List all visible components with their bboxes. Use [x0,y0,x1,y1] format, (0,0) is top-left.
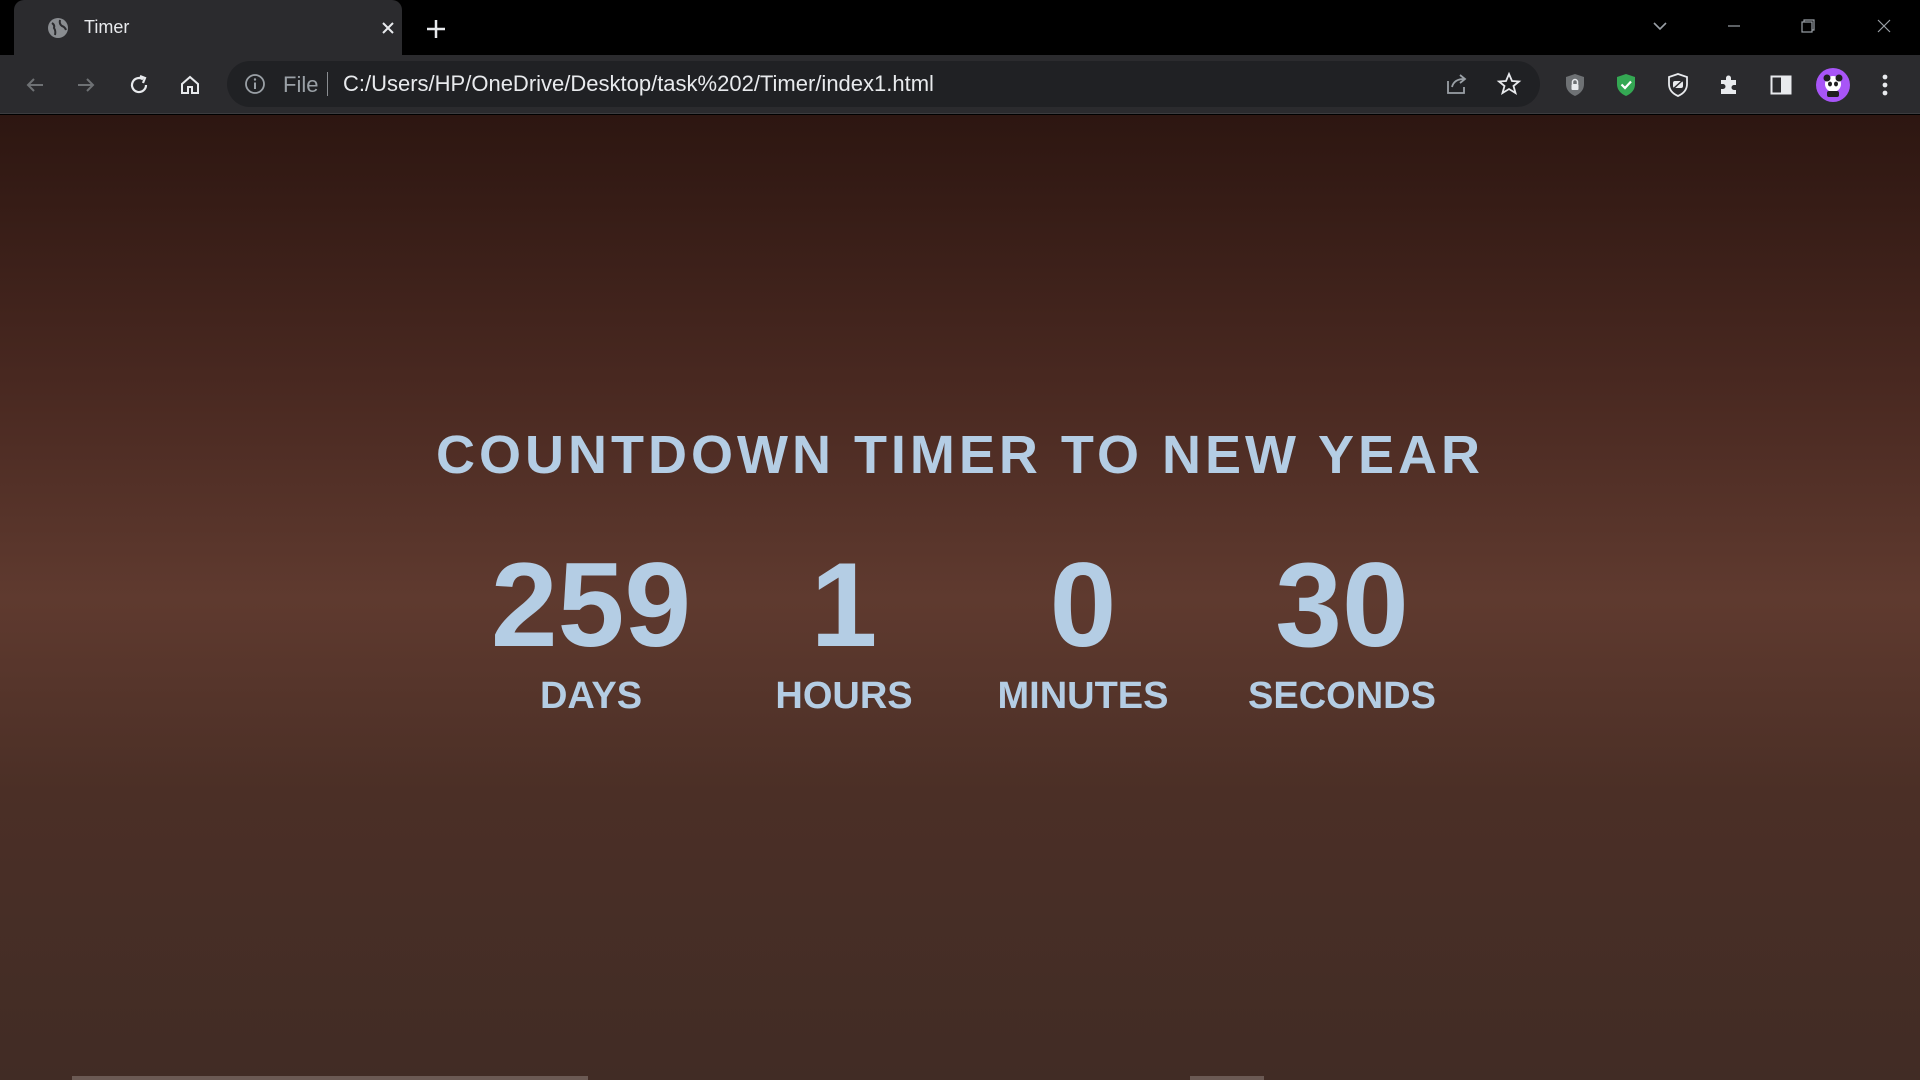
countdown-days: 259 DAYS [461,540,721,718]
star-icon[interactable] [1495,70,1523,98]
window-close-button[interactable] [1862,8,1906,44]
close-icon[interactable] [376,16,400,40]
extensions-button[interactable] [1711,67,1747,103]
url-text[interactable]: C:/Users/HP/OneDrive/Desktop/task%202/Ti… [343,72,934,96]
browser-toolbar: File C:/Users/HP/OneDrive/Desktop/task%2… [0,55,1920,114]
plus-icon [427,20,445,38]
extension-shield-lock[interactable] [1557,67,1593,103]
tab-search-button[interactable] [1638,8,1682,44]
seconds-value: 30 [1275,538,1409,672]
hours-label: HOURS [775,675,913,717]
reload-icon [130,74,148,94]
address-bar[interactable]: File C:/Users/HP/OneDrive/Desktop/task%2… [227,61,1540,107]
page-content: COUNTDOWN TIMER TO NEW YEAR 259 DAYS 1 H… [0,115,1920,1080]
home-icon [181,75,199,94]
new-tab-button[interactable] [421,14,451,44]
chevron-down-icon [1653,22,1667,31]
days-value: 259 [490,538,692,672]
days-label: DAYS [539,675,643,717]
restore-icon [1801,19,1815,33]
countdown-seconds: 30 SECONDS [1212,540,1472,718]
side-panel-button[interactable] [1763,67,1799,103]
kebab-menu-icon [1882,74,1888,96]
share-icon[interactable] [1443,70,1471,98]
minimize-icon [1728,25,1740,27]
countdown-hours: 1 HOURS [714,540,974,718]
shield-check-icon [1617,74,1635,96]
scheme-label: File [283,72,319,97]
globe-icon [46,16,70,40]
home-button[interactable] [172,67,208,103]
info-icon[interactable] [243,72,267,96]
page-title: COUNTDOWN TIMER TO NEW YEAR [436,425,1484,485]
forward-button[interactable] [68,67,104,103]
minimize-button[interactable] [1712,8,1756,44]
extension-shield-badge[interactable] [1660,67,1696,103]
close-icon [1877,19,1891,33]
tab-title: Timer [84,17,130,37]
tab-timer[interactable]: Timer [14,0,402,55]
hours-value: 1 [810,538,878,672]
countdown-minutes: 0 MINUTES [953,540,1213,718]
scrollbar-track-mark [1190,1076,1264,1080]
browser-menu-button[interactable] [1867,67,1903,103]
puzzle-icon [1721,75,1736,94]
back-button[interactable] [17,67,53,103]
omnibox-divider [327,72,328,96]
minutes-label: MINUTES [997,675,1169,717]
shield-lock-icon [1566,74,1584,96]
minutes-value: 0 [1049,538,1117,672]
reload-button[interactable] [121,67,157,103]
seconds-label: SECONDS [1248,675,1436,717]
tab-strip: Timer [0,0,1920,55]
horizontal-scrollbar-thumb[interactable] [72,1076,588,1080]
avatar[interactable] [1815,67,1851,103]
side-panel-icon [1770,75,1792,95]
shield-badge-icon [1668,73,1688,97]
restore-button[interactable] [1786,8,1830,44]
extension-shield-check[interactable] [1608,67,1644,103]
back-arrow-icon [26,78,43,92]
forward-arrow-icon [78,78,95,92]
